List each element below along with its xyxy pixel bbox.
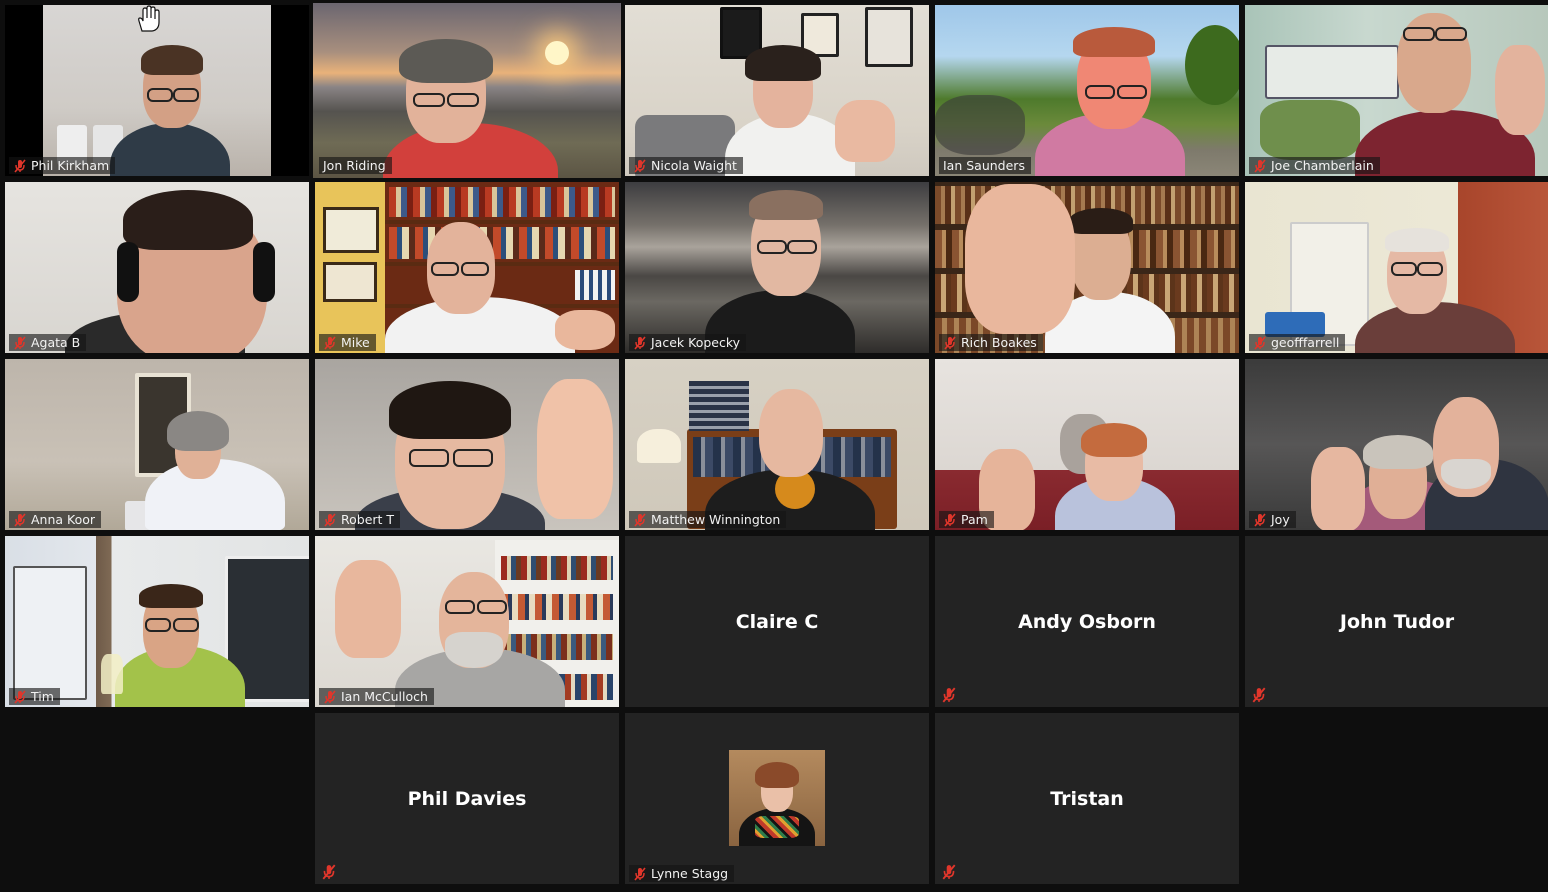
participant-display-name: Andy Osborn bbox=[1018, 610, 1156, 633]
participant-name-label: Phil Kirkham bbox=[9, 157, 116, 174]
mic-muted-icon bbox=[14, 158, 26, 173]
participant-name-label: geofffarrell bbox=[1249, 334, 1346, 351]
participant-name-label: Tim bbox=[9, 688, 60, 705]
participant-tile[interactable]: Ian McCulloch bbox=[315, 536, 619, 707]
participant-name-label: Jacek Kopecky bbox=[629, 334, 747, 351]
mic-muted-icon bbox=[634, 335, 646, 350]
participant-tile[interactable]: Tim bbox=[5, 536, 309, 707]
participant-tile[interactable]: Nicola Waight bbox=[625, 5, 929, 176]
participant-name: Jacek Kopecky bbox=[651, 335, 741, 350]
participant-tile[interactable]: Joe Chamberlain bbox=[1245, 5, 1548, 176]
participant-name-label: Lynne Stagg bbox=[629, 865, 735, 882]
participant-name-label: Joe Chamberlain bbox=[1249, 157, 1380, 174]
participant-tile[interactable]: Anna Koor bbox=[5, 359, 309, 530]
mic-muted-icon bbox=[1254, 512, 1266, 527]
participant-tile[interactable]: Robert T bbox=[315, 359, 619, 530]
participant-name: Joy bbox=[1271, 512, 1290, 527]
participant-tile[interactable]: geofffarrell bbox=[1245, 182, 1548, 353]
participant-tile[interactable]: Mike bbox=[315, 182, 619, 353]
mic-muted-icon bbox=[634, 158, 646, 173]
raised-hand-icon bbox=[138, 5, 160, 32]
participant-name-label: Matthew Winnington bbox=[629, 511, 787, 528]
participant-display-name: Tristan bbox=[1050, 787, 1124, 810]
mic-muted-icon bbox=[14, 335, 26, 350]
participant-display-name: John Tudor bbox=[1339, 610, 1455, 633]
participant-name: Rich Boakes bbox=[961, 335, 1037, 350]
participant-tile[interactable]: Rich Boakes bbox=[935, 182, 1239, 353]
participant-name-label: Ian McCulloch bbox=[319, 688, 434, 705]
participant-name: Jon Riding bbox=[323, 158, 386, 173]
mic-muted-icon bbox=[14, 512, 26, 527]
mic-muted-icon bbox=[14, 689, 26, 704]
participant-tile-active-speaker[interactable]: Jon Riding bbox=[313, 3, 621, 178]
mic-muted-icon bbox=[324, 335, 336, 350]
participant-name: Ian Saunders bbox=[943, 158, 1025, 173]
participant-name-label: Ian Saunders bbox=[939, 157, 1031, 174]
participant-tile-no-video[interactable]: Claire C bbox=[625, 536, 929, 707]
participant-name: Matthew Winnington bbox=[651, 512, 781, 527]
participant-name-label: Mike bbox=[319, 334, 376, 351]
participant-name-label: Agata B bbox=[9, 334, 87, 351]
participant-name: geofffarrell bbox=[1271, 335, 1340, 350]
participant-tile-no-video[interactable]: Andy Osborn bbox=[935, 536, 1239, 707]
participant-name-label: Pam bbox=[939, 511, 994, 528]
participant-display-name: Claire C bbox=[735, 610, 819, 633]
participant-name-label: Anna Koor bbox=[9, 511, 102, 528]
participant-display-name: Phil Davies bbox=[407, 787, 527, 810]
participant-tile-no-video[interactable]: Phil Davies bbox=[315, 713, 619, 884]
participant-tile[interactable]: Jacek Kopecky bbox=[625, 182, 929, 353]
participant-name-label: Nicola Waight bbox=[629, 157, 743, 174]
participant-name-label: Jon Riding bbox=[319, 157, 392, 174]
participant-name-label: Joy bbox=[1249, 511, 1296, 528]
mic-muted-icon bbox=[1254, 158, 1266, 173]
mic-muted-icon bbox=[944, 335, 956, 350]
participant-tile[interactable]: Matthew Winnington bbox=[625, 359, 929, 530]
participant-tile-no-video[interactable]: John Tudor bbox=[1245, 536, 1548, 707]
participant-name: Nicola Waight bbox=[651, 158, 737, 173]
participant-tile[interactable]: Ian Saunders bbox=[935, 5, 1239, 176]
participant-name: Anna Koor bbox=[31, 512, 96, 527]
participant-tile[interactable]: Agata B bbox=[5, 182, 309, 353]
mic-muted-icon bbox=[324, 689, 336, 704]
participant-name: Ian McCulloch bbox=[341, 689, 428, 704]
participant-name: Mike bbox=[341, 335, 370, 350]
participant-name-label: Rich Boakes bbox=[939, 334, 1043, 351]
mic-muted-icon bbox=[1254, 335, 1266, 350]
participant-name: Joe Chamberlain bbox=[1271, 158, 1374, 173]
mic-muted-icon bbox=[634, 866, 646, 881]
participant-name: Phil Kirkham bbox=[31, 158, 110, 173]
mic-muted-icon bbox=[634, 512, 646, 527]
participant-name: Lynne Stagg bbox=[651, 866, 729, 881]
participant-name-label: Robert T bbox=[319, 511, 401, 528]
mic-muted-icon bbox=[1252, 687, 1266, 703]
gallery-view: Phil Kirkham Jon Riding Nicola Waight Ia… bbox=[0, 0, 1548, 892]
participant-name: Agata B bbox=[31, 335, 81, 350]
participant-tile[interactable]: Joy bbox=[1245, 359, 1548, 530]
mic-muted-icon bbox=[942, 687, 956, 703]
participant-tile-no-video[interactable]: Lynne Stagg bbox=[625, 713, 929, 884]
mic-muted-icon bbox=[322, 864, 336, 880]
profile-picture bbox=[729, 750, 825, 846]
participant-tile-no-video[interactable]: Tristan bbox=[935, 713, 1239, 884]
participant-tile[interactable]: Pam bbox=[935, 359, 1239, 530]
participant-name: Robert T bbox=[341, 512, 395, 527]
participant-name: Pam bbox=[961, 512, 988, 527]
mic-muted-icon bbox=[942, 864, 956, 880]
mic-muted-icon bbox=[324, 512, 336, 527]
participant-name: Tim bbox=[31, 689, 54, 704]
mic-muted-icon bbox=[944, 512, 956, 527]
